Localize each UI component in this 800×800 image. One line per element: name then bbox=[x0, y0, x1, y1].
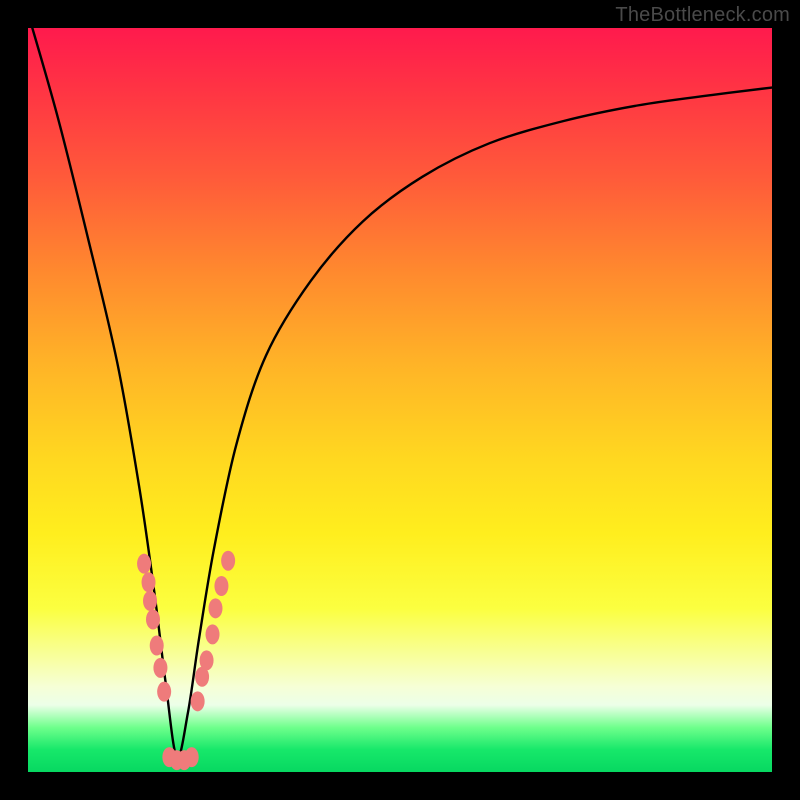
curve-path bbox=[28, 28, 772, 758]
marker-layer bbox=[137, 551, 235, 770]
right-arm-markers-point bbox=[200, 650, 214, 670]
watermark-text: TheBottleneck.com bbox=[615, 4, 790, 27]
left-arm-markers-point bbox=[157, 682, 171, 702]
left-arm-markers-point bbox=[150, 636, 164, 656]
right-arm-markers-point bbox=[208, 598, 222, 618]
right-arm-markers-point bbox=[214, 576, 228, 596]
left-arm-markers-point bbox=[142, 572, 156, 592]
chart-svg bbox=[28, 28, 772, 772]
right-arm-markers-point bbox=[221, 551, 235, 571]
right-arm-markers-point bbox=[191, 691, 205, 711]
chart-plot-area bbox=[28, 28, 772, 772]
left-arm-markers-point bbox=[137, 554, 151, 574]
chart-frame: TheBottleneck.com bbox=[0, 0, 800, 800]
left-arm-markers-point bbox=[146, 609, 160, 629]
bottleneck-curve bbox=[28, 28, 772, 758]
right-arm-markers-point bbox=[206, 624, 220, 644]
valley-markers-point bbox=[185, 747, 199, 767]
left-arm-markers-point bbox=[143, 591, 157, 611]
left-arm-markers-point bbox=[153, 658, 167, 678]
